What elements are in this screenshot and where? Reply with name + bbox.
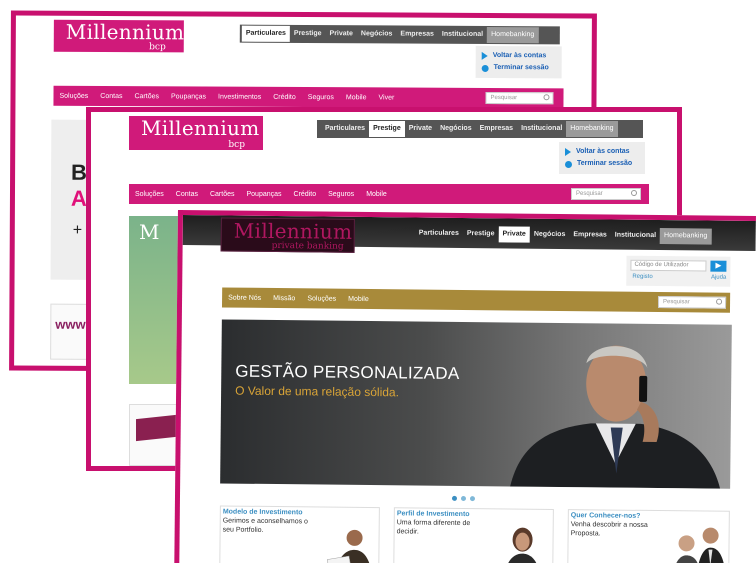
menu-seguros[interactable]: Seguros <box>322 191 360 198</box>
nav-particulares[interactable]: Particulares <box>241 25 290 42</box>
hero-banner[interactable]: GESTÃO PERSONALIZADA O Valor de uma rela… <box>220 319 732 489</box>
menu-solucoes[interactable]: Soluções <box>129 191 170 198</box>
nav-prestige[interactable]: Prestige <box>463 226 499 242</box>
menu-missao[interactable]: Missão <box>267 294 301 302</box>
search-input[interactable]: Pesquisar <box>485 91 554 105</box>
millennium-bcp-logo[interactable]: Millennium bcp <box>129 116 263 150</box>
logout-icon <box>565 160 572 168</box>
menu-mobile[interactable]: Mobile <box>340 94 373 101</box>
login-box: Código de Utilizador Registo Ajuda <box>626 255 731 287</box>
menu-cartoes[interactable]: Cartões <box>128 93 165 100</box>
brochure-image <box>136 414 176 442</box>
search-icon <box>716 298 723 305</box>
search-icon <box>543 94 550 101</box>
millennium-private-banking-logo[interactable]: Millennium private banking <box>220 217 355 253</box>
menu-sobre-nos[interactable]: Sobre Nós <box>222 294 267 301</box>
arrow-right-icon <box>715 262 722 269</box>
back-to-accounts-link[interactable]: Voltar às contas <box>481 50 556 62</box>
arrow-right-icon <box>565 148 571 156</box>
nav-institucional[interactable]: Institucional <box>517 121 566 137</box>
arrow-right-icon <box>481 51 488 60</box>
nav-empresas[interactable]: Empresas <box>476 121 517 137</box>
carousel-dot[interactable] <box>451 495 458 501</box>
top-nav: Particulares Prestige Private Negócios E… <box>321 121 618 137</box>
nav-homebanking[interactable]: Homebanking <box>566 121 618 137</box>
nav-private[interactable]: Private <box>326 26 357 42</box>
menu-contas[interactable]: Contas <box>170 191 204 198</box>
businessman-on-phone-image <box>510 345 721 489</box>
menu-seguros[interactable]: Seguros <box>302 93 340 101</box>
login-button[interactable] <box>710 260 727 272</box>
session-actions: Voltar às contas Terminar sessão <box>475 45 562 79</box>
user-code-input[interactable]: Código de Utilizador <box>630 259 707 272</box>
nav-homebanking[interactable]: Homebanking <box>487 26 539 44</box>
carousel-dot[interactable] <box>460 495 467 502</box>
logout-link[interactable]: Terminar sessão <box>565 158 639 170</box>
search-icon <box>631 190 637 196</box>
menu-contas[interactable]: Contas <box>94 92 128 99</box>
nav-empresas[interactable]: Empresas <box>569 227 611 243</box>
back-to-accounts-link[interactable]: Voltar às contas <box>565 146 639 158</box>
menu-solucoes[interactable]: Soluções <box>53 92 94 99</box>
session-actions: Voltar às contas Terminar sessão <box>559 142 645 174</box>
two-businessmen-image <box>672 527 727 563</box>
nav-prestige[interactable]: Prestige <box>369 121 405 137</box>
menu-investimentos[interactable]: Investimentos <box>212 93 267 100</box>
top-nav: Particulares Prestige Private Negócios E… <box>415 225 712 245</box>
nav-private[interactable]: Private <box>405 121 436 137</box>
menu-viver[interactable]: Viver <box>372 94 400 101</box>
nav-private[interactable]: Private <box>498 226 530 243</box>
nav-institucional[interactable]: Institucional <box>438 27 487 43</box>
nav-empresas[interactable]: Empresas <box>396 26 438 42</box>
window-private: Millennium private banking Particulares … <box>174 210 756 563</box>
hero-subtitle: O Valor de uma relação sólida. <box>235 383 400 400</box>
menu-cartoes[interactable]: Cartões <box>204 191 241 198</box>
promo-box[interactable] <box>129 404 181 466</box>
card-investment-model[interactable]: Modelo de Investimento Gerimos e aconsel… <box>219 505 380 563</box>
nav-institucional[interactable]: Institucional <box>611 228 660 245</box>
logout-link[interactable]: Terminar sessão <box>481 62 556 74</box>
person-reading-image <box>327 529 373 563</box>
nav-negocios[interactable]: Negócios <box>357 26 397 42</box>
card-meet-us[interactable]: Quer Conhecer-nos? Venha descobrir a nos… <box>567 509 730 563</box>
main-menu: Sobre Nós Missão Soluções Mobile <box>221 287 731 313</box>
menu-poupancas[interactable]: Poupanças <box>165 93 212 100</box>
register-link[interactable]: Registo <box>632 274 652 280</box>
hero-title: GESTÃO PERSONALIZADA <box>235 361 460 383</box>
millennium-bcp-logo[interactable]: Millennium bcp <box>53 19 184 53</box>
help-link[interactable]: Ajuda <box>711 275 726 281</box>
nav-negocios[interactable]: Negócios <box>436 121 476 137</box>
carousel-dots <box>451 495 476 502</box>
top-nav: Particulares Prestige Private Negócios E… <box>241 25 539 44</box>
carousel-dot[interactable] <box>469 496 476 502</box>
logout-icon <box>481 64 489 72</box>
nav-particulares[interactable]: Particulares <box>415 225 463 242</box>
card-investment-profile[interactable]: Perfil de Investimento Uma forma diferen… <box>393 507 554 563</box>
search-input[interactable]: Pesquisar <box>571 188 641 200</box>
menu-credito[interactable]: Crédito <box>288 191 323 198</box>
menu-poupancas[interactable]: Poupanças <box>241 191 288 198</box>
banner: M <box>129 216 181 384</box>
search-input[interactable]: Pesquisar <box>657 296 727 309</box>
woman-portrait-image <box>504 527 541 563</box>
menu-mobile[interactable]: Mobile <box>360 191 393 198</box>
nav-homebanking[interactable]: Homebanking <box>659 228 712 245</box>
menu-credito[interactable]: Crédito <box>267 93 302 100</box>
menu-solucoes[interactable]: Soluções <box>301 295 342 302</box>
nav-prestige[interactable]: Prestige <box>290 26 326 42</box>
nav-negocios[interactable]: Negócios <box>530 227 570 243</box>
nav-particulares[interactable]: Particulares <box>321 121 369 137</box>
menu-mobile[interactable]: Mobile <box>342 295 375 302</box>
